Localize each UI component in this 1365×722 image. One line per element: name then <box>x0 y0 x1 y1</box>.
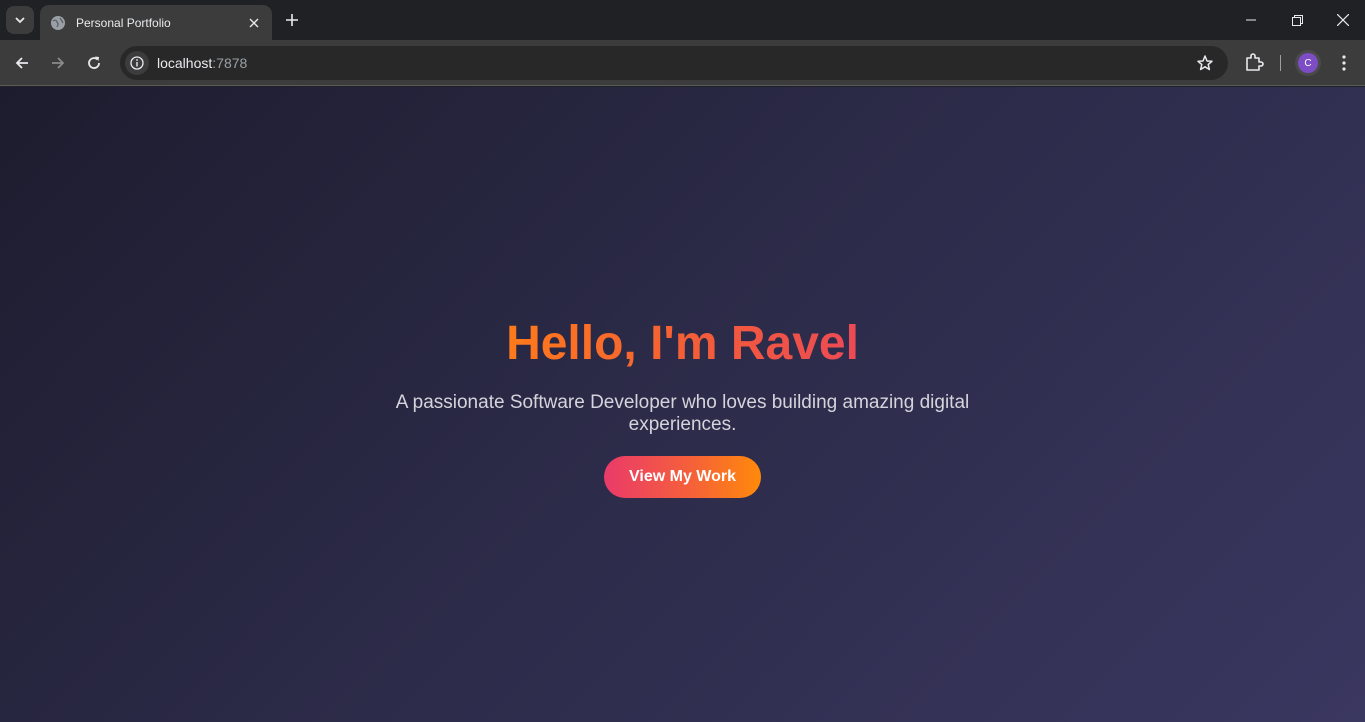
globe-icon <box>50 15 66 31</box>
url-port: :7878 <box>212 55 248 71</box>
tab-title: Personal Portfolio <box>76 15 171 30</box>
forward-button[interactable] <box>44 49 72 77</box>
hero-heading: Hello, I'm Ravel <box>506 316 859 370</box>
tab-close-icon[interactable] <box>246 15 262 31</box>
url-host: localhost <box>157 55 213 71</box>
minimize-button[interactable] <box>1228 0 1274 40</box>
extensions-puzzle-icon[interactable] <box>1243 51 1265 73</box>
browser-menu-button[interactable] <box>1332 51 1356 75</box>
new-tab-button[interactable] <box>280 8 304 32</box>
arrow-right-icon <box>52 57 65 69</box>
profile-avatar[interactable]: C <box>1298 53 1318 73</box>
url-text: localhost:7878 <box>157 55 247 71</box>
tab-search-button[interactable] <box>6 6 34 34</box>
plus-icon <box>286 14 298 26</box>
arrow-left-icon <box>15 57 28 69</box>
browser-tab[interactable]: Personal Portfolio <box>40 5 272 40</box>
bookmark-star-icon[interactable] <box>1196 54 1214 72</box>
more-vert-icon <box>1342 55 1346 71</box>
portfolio-page: Hello, I'm Ravel A passionate Software D… <box>0 87 1365 722</box>
restore-icon <box>1291 14 1303 26</box>
info-icon <box>130 56 144 70</box>
tab-strip: Personal Portfolio <box>0 0 1365 40</box>
chevron-down-icon <box>15 17 25 24</box>
close-icon <box>1337 14 1349 26</box>
hero-subtitle: A passionate Software Developer who love… <box>395 391 970 435</box>
site-info-button[interactable] <box>125 51 149 75</box>
reload-icon <box>88 56 100 69</box>
toolbar-divider <box>1280 55 1281 71</box>
back-button[interactable] <box>8 49 36 77</box>
view-my-work-button[interactable]: View My Work <box>604 455 761 498</box>
browser-toolbar: localhost:7878 C <box>0 40 1365 86</box>
hero-section: Hello, I'm Ravel A passionate Software D… <box>0 87 1365 722</box>
reload-button[interactable] <box>80 49 108 77</box>
close-window-button[interactable] <box>1320 0 1365 40</box>
minimize-icon <box>1246 19 1256 21</box>
address-bar[interactable]: localhost:7878 <box>120 46 1228 80</box>
restore-button[interactable] <box>1274 0 1320 40</box>
